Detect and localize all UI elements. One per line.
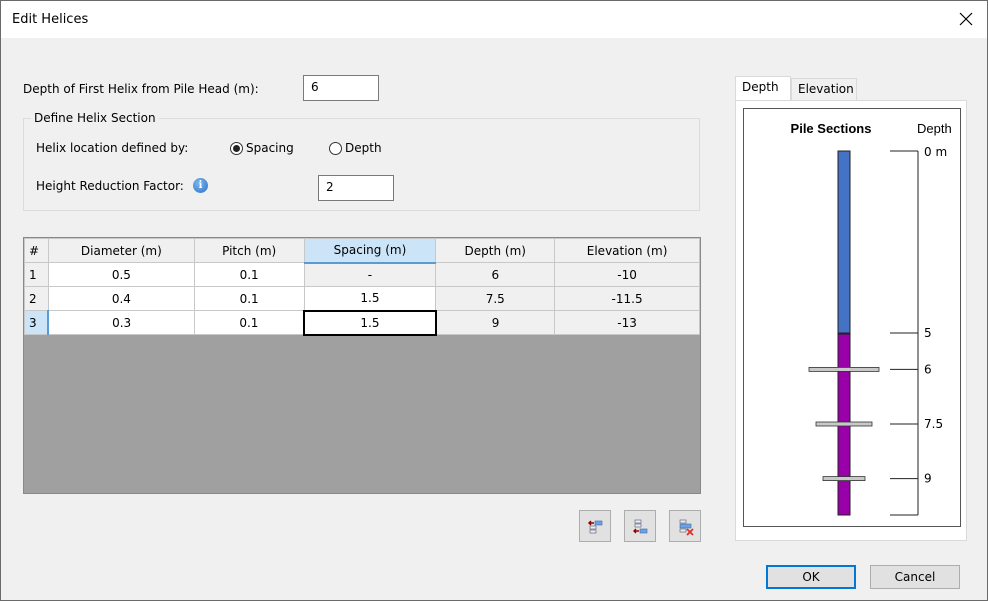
column-header-depth[interactable]: Depth (m) bbox=[435, 238, 556, 263]
helix-plate-1 bbox=[808, 366, 880, 372]
depth-tick-label: 0 m bbox=[924, 145, 947, 159]
column-header-number: # bbox=[24, 238, 49, 263]
depth-cell: 9 bbox=[435, 310, 556, 335]
depth-radio[interactable]: Depth bbox=[329, 141, 382, 155]
insert-row-below-icon bbox=[633, 519, 648, 534]
helix-location-label: Helix location defined by: bbox=[36, 141, 189, 155]
cancel-button[interactable]: Cancel bbox=[870, 565, 960, 589]
diameter-cell[interactable]: 0.4 bbox=[47, 286, 195, 311]
diameter-cell[interactable]: 0.3 bbox=[47, 310, 195, 335]
close-icon[interactable] bbox=[957, 10, 975, 28]
height-reduction-label: Height Reduction Factor: bbox=[36, 179, 184, 193]
pile-sections-svg: Pile Sections Depth 0 m 5 6 7.5 9 bbox=[791, 121, 952, 516]
table-header-row: # Diameter (m) Pitch (m) Spacing (m) Dep… bbox=[24, 238, 700, 264]
spacing-radio-label: Spacing bbox=[246, 141, 294, 155]
elevation-cell: -13 bbox=[554, 310, 700, 335]
helix-table: # Diameter (m) Pitch (m) Spacing (m) Dep… bbox=[23, 237, 701, 494]
diameter-cell[interactable]: 0.5 bbox=[47, 262, 195, 287]
axis-title: Depth bbox=[917, 121, 952, 136]
elevation-cell: -11.5 bbox=[554, 286, 700, 311]
spacing-cell[interactable]: 1.5 bbox=[303, 309, 437, 336]
insert-row-above-button[interactable] bbox=[579, 510, 611, 542]
row-number[interactable]: 2 bbox=[24, 286, 49, 311]
column-header-pitch[interactable]: Pitch (m) bbox=[193, 238, 305, 263]
table-row: 1 0.5 0.1 - 6 -10 bbox=[24, 262, 700, 287]
helix-plate-3 bbox=[822, 476, 866, 482]
depth-tick-label: 9 bbox=[924, 472, 932, 486]
window-title: Edit Helices bbox=[12, 12, 89, 27]
delete-row-button[interactable] bbox=[669, 510, 701, 542]
pile-section-1 bbox=[837, 150, 851, 334]
title-bar: Edit Helices bbox=[0, 0, 988, 39]
radio-indicator bbox=[329, 141, 342, 155]
delete-row-icon bbox=[679, 519, 694, 536]
helix-section-title: Define Helix Section bbox=[31, 111, 159, 125]
column-header-spacing[interactable]: Spacing (m) bbox=[303, 238, 437, 264]
depth-tick-label: 7.5 bbox=[924, 417, 943, 431]
insert-row-below-button[interactable] bbox=[624, 510, 656, 542]
plot-title: Pile Sections bbox=[791, 121, 872, 136]
ok-button[interactable]: OK bbox=[766, 565, 856, 589]
tab-depth[interactable]: Depth bbox=[735, 76, 791, 101]
first-helix-depth-input[interactable]: 6 bbox=[303, 75, 379, 101]
column-header-elevation[interactable]: Elevation (m) bbox=[554, 238, 700, 263]
height-reduction-input[interactable]: 2 bbox=[318, 175, 394, 201]
insert-row-above-icon bbox=[588, 520, 603, 534]
first-helix-depth-label: Depth of First Helix from Pile Head (m): bbox=[23, 82, 259, 96]
row-number[interactable]: 1 bbox=[24, 262, 49, 287]
tab-elevation[interactable]: Elevation bbox=[791, 78, 857, 101]
depth-cell: 7.5 bbox=[435, 286, 556, 311]
pitch-cell[interactable]: 0.1 bbox=[193, 310, 305, 335]
row-number[interactable]: 3 bbox=[24, 310, 50, 335]
depth-radio-label: Depth bbox=[345, 141, 382, 155]
table-row: 3 0.3 0.1 1.5 9 -13 bbox=[24, 309, 700, 336]
table-row: 2 0.4 0.1 1.5 7.5 -11.5 bbox=[24, 286, 700, 311]
elevation-cell: -10 bbox=[554, 262, 700, 287]
spacing-cell[interactable]: 1.5 bbox=[303, 286, 437, 311]
spacing-radio[interactable]: Spacing bbox=[230, 141, 294, 155]
depth-tick-label: 5 bbox=[924, 326, 932, 340]
radio-indicator bbox=[230, 141, 243, 155]
column-header-diameter[interactable]: Diameter (m) bbox=[47, 238, 195, 263]
depth-cell: 6 bbox=[435, 262, 556, 287]
pile-sections-plot: Pile Sections Depth 0 m 5 6 7.5 9 bbox=[743, 108, 961, 527]
pitch-cell[interactable]: 0.1 bbox=[193, 286, 305, 311]
spacing-cell: - bbox=[303, 262, 437, 287]
depth-tick-label: 6 bbox=[924, 362, 932, 376]
helix-plate-2 bbox=[815, 421, 873, 427]
info-icon[interactable]: i bbox=[193, 178, 208, 193]
pitch-cell[interactable]: 0.1 bbox=[193, 262, 305, 287]
